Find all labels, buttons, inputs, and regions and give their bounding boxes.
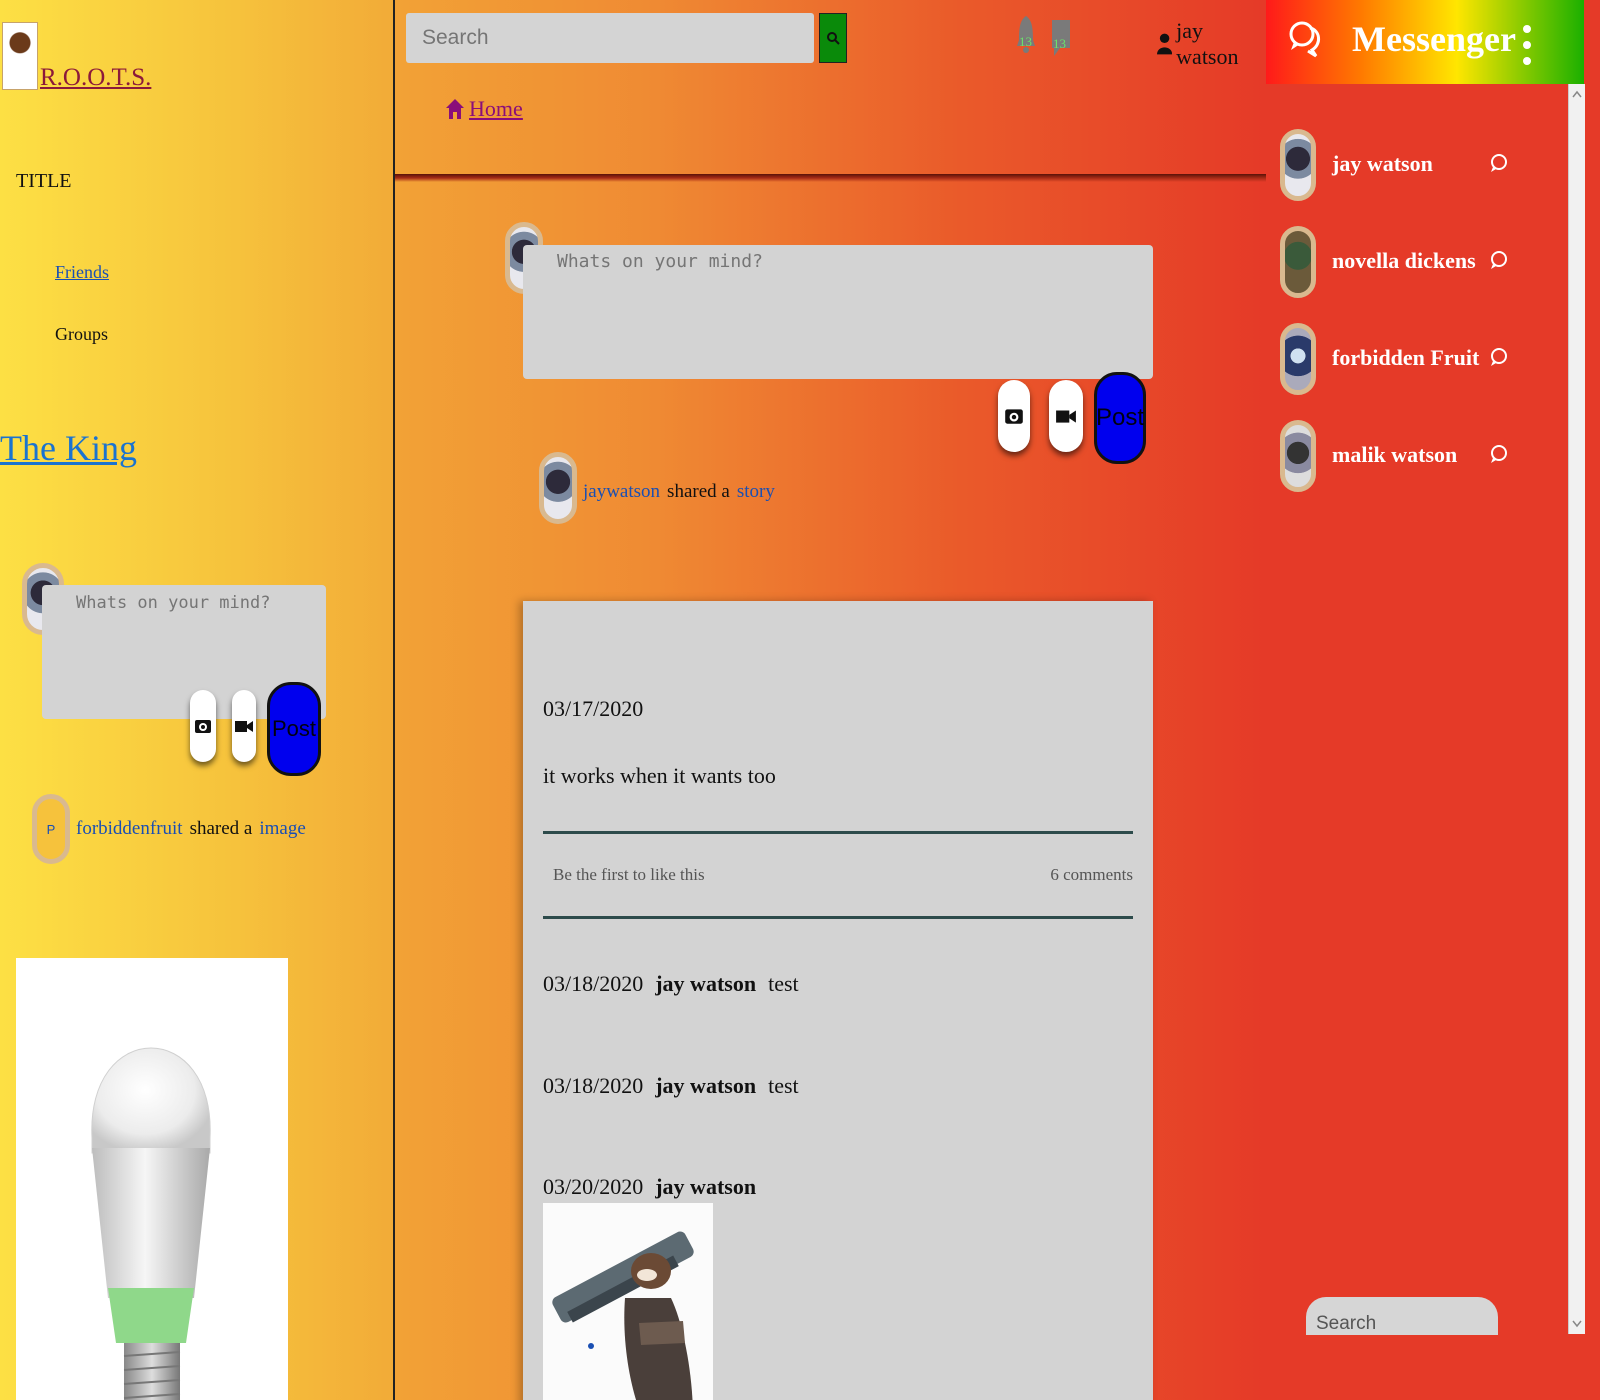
breadcrumb-home-label: Home xyxy=(469,96,523,121)
notifications-button[interactable]: 13 xyxy=(1015,14,1037,54)
scroll-up-icon[interactable] xyxy=(1572,90,1582,98)
contact-name: jay watson xyxy=(1332,151,1433,176)
comments-count[interactable]: 6 comments xyxy=(1050,865,1133,885)
chat-bubble-icon[interactable] xyxy=(1488,250,1508,270)
post-button[interactable]: Post xyxy=(1094,372,1146,464)
shared-image[interactable] xyxy=(16,958,288,1400)
video-icon xyxy=(1056,410,1076,423)
story-object-link[interactable]: story xyxy=(737,481,775,503)
chat-bubble-icon[interactable] xyxy=(1488,347,1508,367)
post-divider-bottom xyxy=(543,916,1133,919)
sidebar-item-groups[interactable]: Groups xyxy=(55,324,108,345)
shared-user-avatar[interactable]: P xyxy=(32,794,70,864)
header-divider xyxy=(395,174,1266,182)
more-options-icon[interactable] xyxy=(1522,24,1532,66)
contact-name: forbidden Fruit xyxy=(1332,345,1480,370)
comment-author[interactable]: jay watson xyxy=(655,1174,756,1200)
contact-avatar xyxy=(1280,323,1316,395)
left-sidebar: R.O.O.T.S. TITLE Friends Groups The King… xyxy=(0,0,395,1400)
comment-author[interactable]: jay watson xyxy=(655,1073,756,1099)
chat-bubble-icon[interactable] xyxy=(1488,153,1508,173)
breadcrumb-home[interactable]: Home xyxy=(445,96,523,122)
contact-item[interactable]: malik watson xyxy=(1280,420,1520,492)
comment-date: 03/18/2020 xyxy=(543,971,644,996)
story-verb: shared a xyxy=(667,481,730,502)
comment-image[interactable] xyxy=(543,1203,713,1400)
contact-name: novella dickens xyxy=(1332,248,1476,273)
post-text-row: it works when it wants too xyxy=(543,763,776,789)
post-date-row: 03/17/2020 xyxy=(543,696,643,722)
chat-bubble-icon[interactable] xyxy=(1488,444,1508,464)
shared-user-link[interactable]: forbiddenfruit xyxy=(76,818,183,840)
search-icon xyxy=(827,32,840,45)
search-input[interactable] xyxy=(406,13,814,63)
sidebar-post-button[interactable]: Post xyxy=(267,682,321,776)
post-divider-top xyxy=(543,831,1133,834)
sidebar-title: TITLE xyxy=(16,170,72,192)
story-user-avatar[interactable] xyxy=(539,452,577,524)
sidebar-item-friends[interactable]: Friends xyxy=(55,262,109,283)
comment-row: 03/18/2020 jay watson test xyxy=(543,1073,799,1099)
video-upload-button[interactable] xyxy=(232,690,256,762)
photo-upload-button-main[interactable] xyxy=(998,380,1030,452)
avatar-initial: P xyxy=(46,821,56,837)
chat-bubbles-icon[interactable] xyxy=(1288,18,1322,58)
user-menu[interactable]: jay watson xyxy=(1157,18,1266,70)
the-king-link[interactable]: The King xyxy=(0,427,137,469)
camera-icon xyxy=(1005,409,1023,424)
shared-object-link[interactable]: image xyxy=(259,818,305,840)
post-button-label: Post xyxy=(271,716,317,741)
search-button[interactable] xyxy=(819,13,847,63)
contact-item[interactable]: jay watson xyxy=(1280,129,1520,201)
post-button-label-main: Post xyxy=(1095,404,1145,431)
messages-button[interactable]: 13 xyxy=(1050,16,1072,56)
comment-date: 03/18/2020 xyxy=(543,1073,644,1098)
roots-logo-link[interactable]: R.O.O.T.S. xyxy=(40,64,151,92)
post-date: 03/17/2020 xyxy=(543,696,644,721)
contact-name: malik watson xyxy=(1332,442,1458,467)
main-content: 13 13 jay watson Home Post jaywatson sha… xyxy=(395,0,1266,1400)
home-icon xyxy=(446,99,464,119)
contact-item[interactable]: forbidden Fruit xyxy=(1280,323,1520,395)
post-card: 03/17/2020 it works when it wants too Be… xyxy=(523,601,1153,1400)
messenger-search-input[interactable]: Search xyxy=(1306,1297,1498,1335)
messages-count-badge: 13 xyxy=(1053,36,1066,51)
messenger-title: Messenger xyxy=(1352,19,1516,59)
comment-date: 03/20/2020 xyxy=(543,1174,644,1199)
contact-avatar xyxy=(1280,129,1316,201)
shared-verb: shared a xyxy=(189,818,253,839)
video-upload-button-main[interactable] xyxy=(1049,380,1083,452)
story-user-link[interactable]: jaywatson xyxy=(583,481,660,503)
comment-text: test xyxy=(768,1073,799,1098)
story-activity: jaywatson shared a story xyxy=(583,481,775,503)
contact-item[interactable]: novella dickens xyxy=(1280,226,1520,298)
notifications-count-badge: 13 xyxy=(1019,34,1032,49)
messenger-scrollbar[interactable] xyxy=(1568,84,1585,1334)
composer-input[interactable] xyxy=(523,245,1153,379)
comment-row: 03/20/2020 jay watson xyxy=(543,1174,756,1200)
camera-icon xyxy=(195,720,211,733)
likes-text[interactable]: Be the first to like this xyxy=(553,865,705,885)
comment-row: 03/18/2020 jay watson test xyxy=(543,971,799,997)
contact-avatar xyxy=(1280,226,1316,298)
comment-author[interactable]: jay watson xyxy=(655,971,756,997)
roots-logo-image[interactable] xyxy=(2,22,38,90)
username: jay watson xyxy=(1176,18,1239,69)
light-bulb-image xyxy=(91,1047,211,1400)
contact-avatar xyxy=(1280,420,1316,492)
messenger-panel: Messenger jay watson novella dickens for… xyxy=(1266,0,1600,1400)
scroll-down-icon[interactable] xyxy=(1572,1320,1582,1328)
post-text: it works when it wants too xyxy=(543,763,776,788)
raccoon-image xyxy=(543,1203,713,1400)
photo-upload-button[interactable] xyxy=(190,690,216,762)
video-icon xyxy=(235,721,253,732)
comment-text: test xyxy=(768,971,799,996)
user-icon xyxy=(1157,33,1173,55)
shared-activity: forbiddenfruit shared a image xyxy=(76,818,306,840)
messenger-header: Messenger xyxy=(1266,0,1584,84)
